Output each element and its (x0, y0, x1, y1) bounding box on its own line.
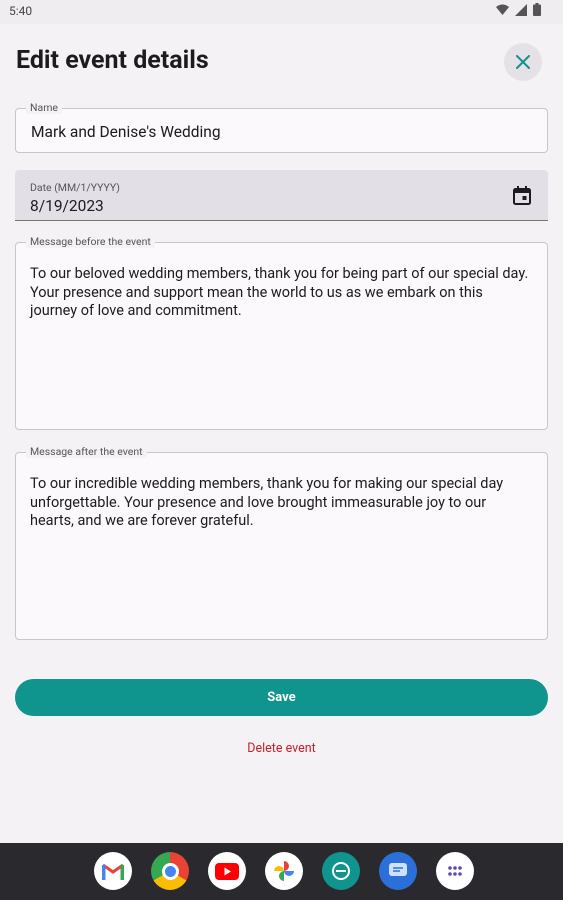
signal-icon (515, 3, 527, 16)
message-after-label: Message after the event (26, 445, 147, 458)
wifi-icon (496, 4, 509, 15)
messages-app-glyph (332, 862, 350, 880)
app-drawer-icon[interactable] (436, 852, 474, 890)
message-after-value: To our incredible wedding members, thank… (30, 475, 504, 529)
date-field[interactable]: Date (MM/1/YYYY) 8/19/2023 (15, 170, 548, 221)
chat-glyph (389, 863, 407, 876)
photos-glyph (274, 861, 294, 881)
chat-icon[interactable] (379, 852, 417, 890)
page-title: Edit event details (16, 46, 209, 75)
save-button[interactable]: Save (15, 679, 548, 716)
battery-icon (533, 3, 541, 16)
chrome-icon[interactable] (151, 852, 189, 890)
message-before-label: Message before the event (26, 235, 155, 248)
name-value: Mark and Denise's Wedding (31, 123, 221, 141)
status-icons (496, 3, 541, 16)
message-before-value: To our beloved wedding members, thank yo… (30, 265, 529, 319)
photos-icon[interactable] (265, 852, 303, 890)
youtube-icon[interactable] (208, 852, 246, 890)
delete-event-button[interactable]: Delete event (0, 741, 563, 756)
close-icon (516, 55, 530, 69)
gmail-icon[interactable] (94, 852, 132, 890)
name-field[interactable]: Name Mark and Denise's Wedding (15, 101, 548, 153)
status-time: 5:40 (9, 4, 33, 18)
youtube-glyph (215, 862, 239, 880)
app-drawer-glyph (448, 866, 462, 876)
app-dock (94, 852, 474, 890)
navigation-dock (0, 843, 563, 900)
date-label: Date (MM/1/YYYY) (30, 181, 120, 194)
gmail-glyph (102, 863, 124, 880)
message-after-field[interactable]: Message after the event To our incredibl… (15, 445, 548, 640)
date-value: 8/19/2023 (30, 197, 104, 215)
name-label: Name (26, 101, 62, 114)
message-before-field[interactable]: Message before the event To our beloved … (15, 235, 548, 430)
calendar-icon[interactable] (513, 186, 531, 205)
status-bar: 5:40 (0, 0, 563, 24)
chrome-center-icon (161, 862, 179, 880)
messages-app-icon[interactable] (322, 852, 360, 890)
close-button[interactable] (504, 43, 542, 81)
